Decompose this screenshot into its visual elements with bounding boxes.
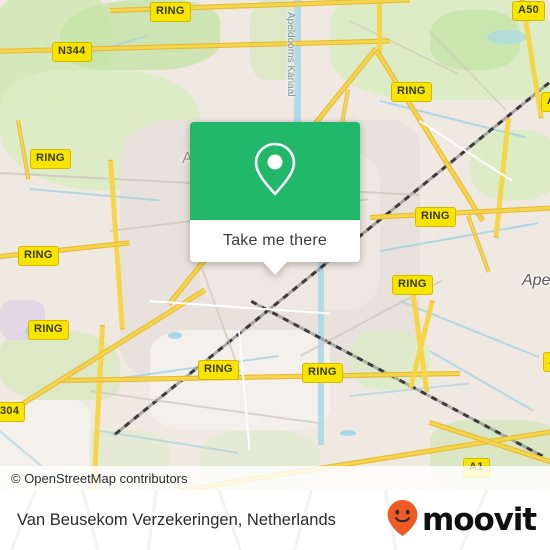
road-shield-ring[interactable]: RING <box>415 207 456 227</box>
road-shield-a50[interactable]: A50 <box>512 1 546 21</box>
map-landuse-green <box>470 130 550 200</box>
road-shield-ring[interactable]: RING <box>30 149 71 169</box>
footer-bar: Van Beusekom Verzekeringen, Netherlands … <box>0 490 550 550</box>
location-callout-card[interactable]: Take me there <box>190 122 360 275</box>
map-attribution-bar: © OpenStreetMap contributors <box>0 466 550 490</box>
road-shield-ring[interactable]: RING <box>28 320 69 340</box>
moovit-pin-smiley-icon <box>386 499 419 542</box>
moovit-wordmark: moovit <box>422 502 537 538</box>
map-water <box>340 430 356 436</box>
take-me-there-button[interactable]: Take me there <box>190 220 360 262</box>
location-title: Van Beusekom Verzekeringen, Netherlands <box>17 510 336 529</box>
attribution-text[interactable]: © OpenStreetMap contributors <box>0 471 188 486</box>
screenshot-root: Apeldoorns Kanaal Ape A RING A50 N344 RI… <box>0 0 550 550</box>
road-shield-ring[interactable]: RING <box>150 2 191 22</box>
road-shield-ring[interactable]: RING <box>18 246 59 266</box>
road-shield-a[interactable]: A <box>543 352 550 372</box>
callout-pointer <box>263 262 287 275</box>
map-highway-link <box>466 215 491 273</box>
road-shield-ring[interactable]: RING <box>392 275 433 295</box>
road-shield-ring[interactable]: RING <box>302 363 343 383</box>
map-pin-icon <box>251 140 299 203</box>
map-water <box>487 30 527 44</box>
road-shield-ring[interactable]: RING <box>391 82 432 102</box>
take-me-there-label: Take me there <box>223 232 327 249</box>
map-canal-label: Apeldoorns Kanaal <box>285 12 296 97</box>
map-water <box>168 332 182 339</box>
road-shield-n304[interactable]: 304 <box>0 402 26 422</box>
map-place-label-apeldoorn: Ape <box>522 272 550 289</box>
map-canvas[interactable]: Apeldoorns Kanaal Ape A RING A50 N344 RI… <box>0 0 550 490</box>
moovit-logo[interactable]: moovit <box>386 499 537 542</box>
road-shield-n344[interactable]: N344 <box>52 42 92 62</box>
road-shield-ring[interactable]: RING <box>198 360 239 380</box>
road-shield-a[interactable]: A <box>541 92 550 112</box>
map-highway-ring <box>377 0 382 55</box>
callout-card-header <box>190 122 360 220</box>
